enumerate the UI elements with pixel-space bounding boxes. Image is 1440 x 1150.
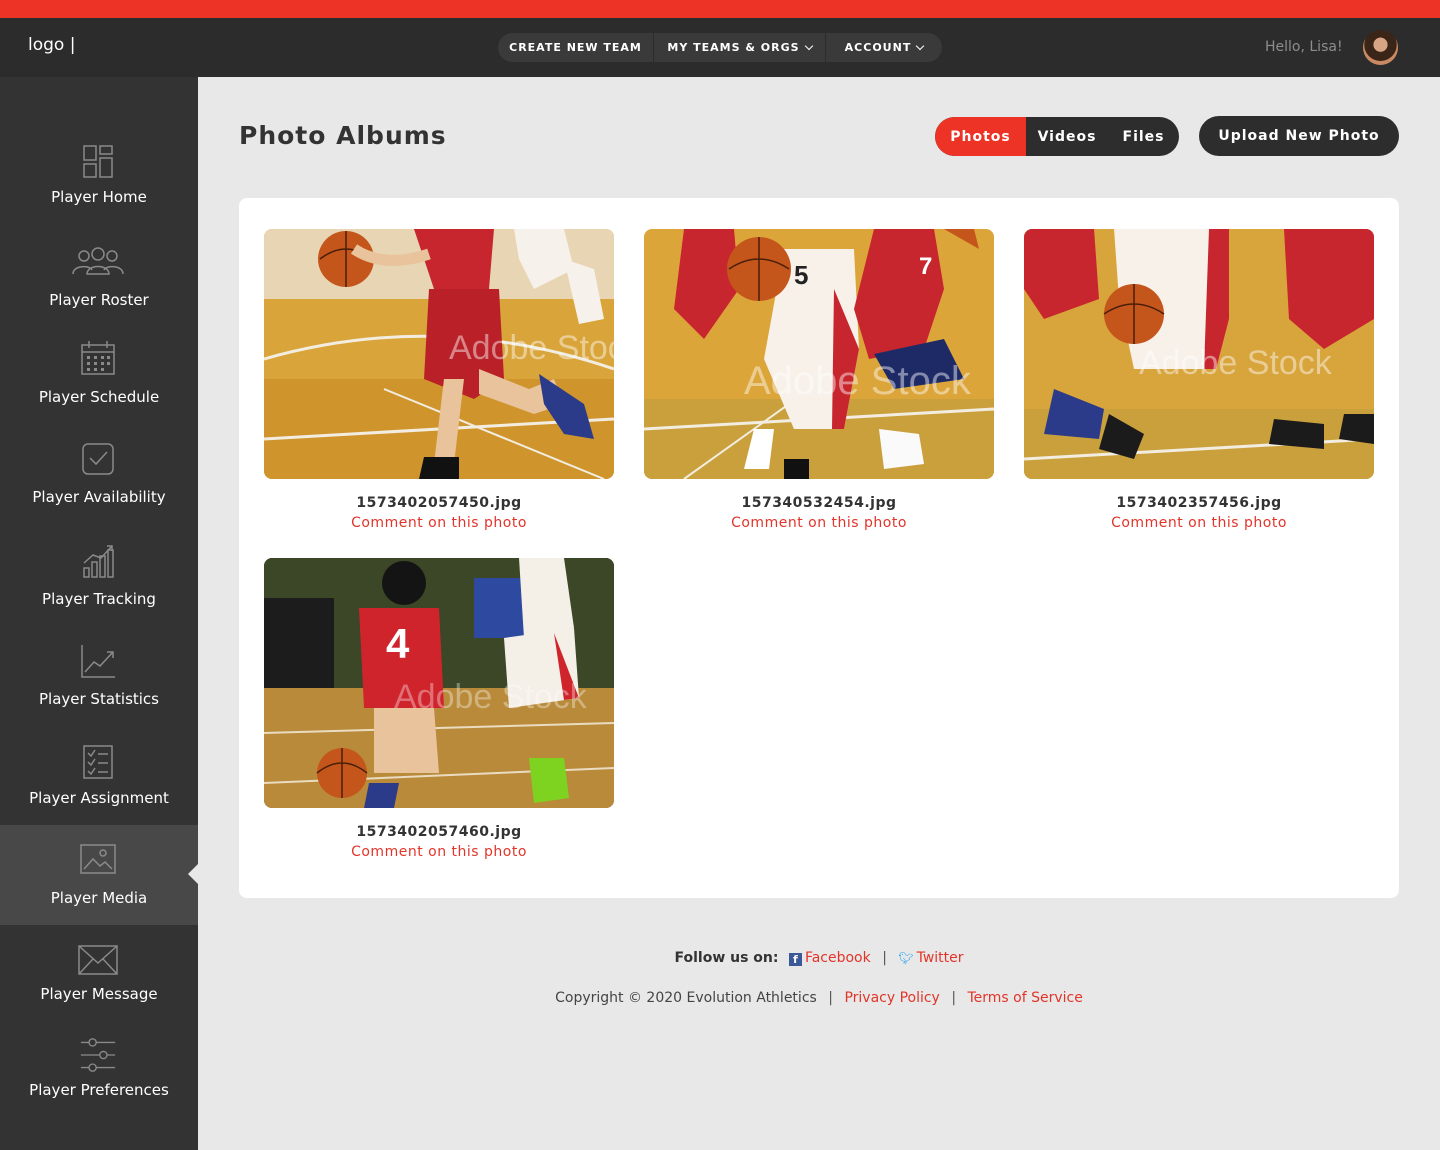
sidebar-item-label: Player Roster [49,291,149,309]
photo-filename: 157340532454.jpg [741,495,897,511]
tab-photos[interactable]: Photos [935,117,1026,156]
dashboard-icon [83,145,113,178]
comment-link[interactable]: Comment on this photo [264,515,614,531]
photo-thumbnail[interactable]: 4 Adobe Stock [264,558,614,808]
copyright-text: Copyright © 2020 Evolution Athletics [555,990,817,1006]
users-icon [72,247,124,275]
comment-link[interactable]: Comment on this photo [264,844,614,860]
tab-files[interactable]: Files [1108,117,1179,156]
photo-item: 5 7 Adobe Stock 157340532454.jpg Comment… [644,229,994,531]
avatar[interactable] [1363,30,1398,65]
account-label: ACCOUNT [844,41,912,54]
photo-filename: 1573402357456.jpg [1116,495,1282,511]
active-item-pointer [188,864,198,884]
image-icon [80,844,116,874]
create-new-team-link[interactable]: CREATE NEW TEAM [498,33,653,62]
sidebar-item-player-tracking[interactable]: Player Tracking [0,529,198,629]
sidebar-item-player-preferences[interactable]: Player Preferences [0,1025,198,1125]
twitter-link[interactable]: Twitter [917,950,964,966]
chevron-down-icon [916,41,925,50]
divider: | [828,990,833,1006]
sidebar-item-label: Player Schedule [38,388,160,406]
photo-item: Adobe Stock 1573402357456.jpg Comment on… [1024,229,1374,531]
bar-chart-icon [83,545,114,578]
facebook-link[interactable]: Facebook [805,950,871,966]
divider: | [951,990,957,1006]
twitter-icon: 🐦︎ [898,951,914,965]
upload-new-photo-button[interactable]: Upload New Photo [1199,116,1399,156]
logo[interactable]: logo | [28,35,75,55]
top-nav: CREATE NEW TEAM MY TEAMS & ORGS ACCOUNT [498,33,942,62]
sidebar-item-label: Player Preferences [29,1081,169,1099]
sidebar-item-player-message[interactable]: Player Message [0,927,198,1027]
photo-filename: 1573402057460.jpg [356,824,522,840]
sidebar-item-player-availability[interactable]: Player Availability [0,427,198,527]
sidebar-item-label: Player Home [51,188,147,206]
watermark: Adobe Stock [394,678,588,716]
photo-thumbnail[interactable]: 5 7 Adobe Stock [644,229,994,479]
sidebar-item-player-home[interactable]: Player Home [0,127,198,227]
follow-label: Follow us on: [674,950,779,966]
account-menu[interactable]: ACCOUNT [825,33,942,62]
terms-of-service-link[interactable]: Terms of Service [967,990,1082,1006]
watermark: Adobe Stock [449,329,614,367]
privacy-policy-link[interactable]: Privacy Policy [844,990,939,1006]
my-teams-orgs-menu[interactable]: MY TEAMS & ORGS [653,33,825,62]
line-chart-icon [81,645,115,678]
divider: | [882,950,887,966]
sliders-icon [80,1038,116,1072]
comment-link[interactable]: Comment on this photo [644,515,994,531]
svg-text:7: 7 [919,253,932,280]
photo-grid-card: Adobe Stock 1573402057450.jpg Comment on… [239,198,1399,898]
checklist-icon [83,745,113,779]
sidebar-item-label: Player Statistics [38,690,159,708]
footer-copyright: Copyright © 2020 Evolution Athletics | P… [0,990,1440,1006]
photo-filename: 1573402057450.jpg [356,495,522,511]
photo-thumbnail[interactable]: Adobe Stock [1024,229,1374,479]
greeting: Hello, Lisa! [1265,39,1343,55]
top-header: logo | CREATE NEW TEAM MY TEAMS & ORGS A… [0,18,1440,77]
media-type-tabs: Photos Videos Files [935,117,1179,156]
svg-text:5: 5 [794,260,808,290]
chevron-down-icon [804,41,813,50]
photo-thumbnail[interactable]: Adobe Stock [264,229,614,479]
top-accent-strip [0,0,1440,18]
watermark: Adobe Stock [1139,344,1333,382]
sidebar-item-player-assignment[interactable]: Player Assignment [0,728,198,828]
create-new-team-label: CREATE NEW TEAM [509,41,642,54]
svg-text:4: 4 [386,620,410,667]
sidebar-item-label: Player Media [50,889,148,907]
photo-item: 4 Adobe Stock 1573402057460.jpg Comment … [264,558,614,860]
photo-item: Adobe Stock 1573402057450.jpg Comment on… [264,229,614,531]
calendar-icon [81,341,115,375]
tab-videos[interactable]: Videos [1026,117,1108,156]
facebook-icon: f [788,953,802,966]
sidebar-item-player-roster[interactable]: Player Roster [0,230,198,330]
checkbox-icon [82,443,114,475]
sidebar-item-label: Player Tracking [42,590,156,608]
watermark: Adobe Stock [744,359,972,403]
sidebar-item-label: Player Assignment [29,789,169,807]
sidebar-item-label: Player Availability [32,488,166,506]
sidebar-item-player-schedule[interactable]: Player Schedule [0,327,198,427]
page-title: Photo Albums [239,121,447,150]
sidebar-item-player-statistics[interactable]: Player Statistics [0,629,198,729]
sidebar-item-player-media[interactable]: Player Media [0,825,198,925]
comment-link[interactable]: Comment on this photo [1024,515,1374,531]
social-links: Follow us on: f Facebook | 🐦︎ Twitter [0,950,1440,966]
my-teams-orgs-label: MY TEAMS & ORGS [667,41,800,54]
